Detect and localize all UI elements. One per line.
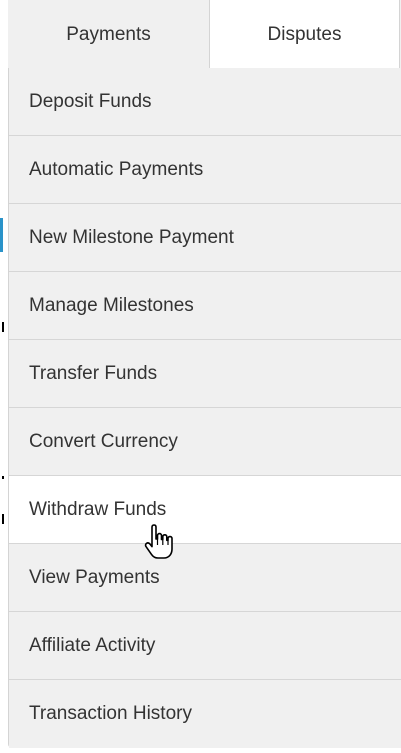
tab-bar: Payments Disputes (8, 0, 401, 69)
hand-pointer-icon (144, 524, 173, 559)
menu-item-automatic-payments[interactable]: Automatic Payments (9, 136, 401, 204)
menu-item-manage-milestones[interactable]: Manage Milestones (9, 272, 401, 340)
page-edge-mark (2, 322, 4, 332)
page-edge-accent (0, 218, 3, 252)
page-edge-mark (2, 476, 4, 479)
menu-item-transaction-history[interactable]: Transaction History (9, 680, 401, 748)
menu-item-transfer-funds[interactable]: Transfer Funds (9, 340, 401, 408)
menu-item-affiliate-activity[interactable]: Affiliate Activity (9, 612, 401, 680)
menu-item-deposit-funds[interactable]: Deposit Funds (9, 68, 401, 136)
menu-item-new-milestone-payment[interactable]: New Milestone Payment (9, 204, 401, 272)
payments-dropdown-menu: Deposit Funds Automatic Payments New Mil… (8, 68, 401, 748)
screen: Payments Disputes Deposit Funds Automati… (0, 0, 401, 753)
tab-payments[interactable]: Payments (8, 0, 210, 68)
menu-item-convert-currency[interactable]: Convert Currency (9, 408, 401, 476)
menu-item-view-payments[interactable]: View Payments (9, 544, 401, 612)
menu-item-withdraw-funds[interactable]: Withdraw Funds (9, 476, 401, 544)
page-edge-mark (2, 514, 4, 524)
tab-disputes[interactable]: Disputes (210, 0, 400, 68)
